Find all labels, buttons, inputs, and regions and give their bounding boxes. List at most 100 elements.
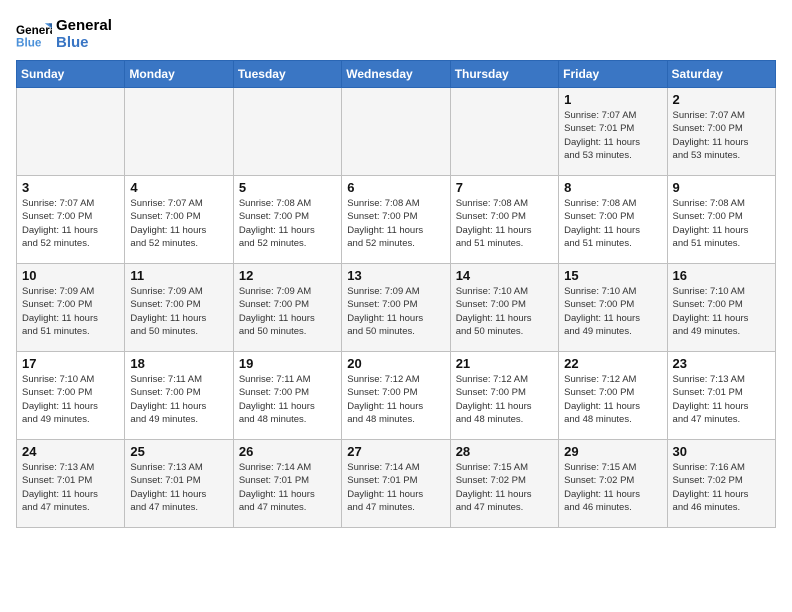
calendar-cell xyxy=(450,88,558,176)
day-info: Sunrise: 7:07 AMSunset: 7:00 PMDaylight:… xyxy=(130,197,227,250)
calendar-cell: 10 Sunrise: 7:09 AMSunset: 7:00 PMDayligh… xyxy=(17,264,125,352)
day-number: 12 xyxy=(239,268,336,283)
calendar-cell: 28 Sunrise: 7:15 AMSunset: 7:02 PMDayligh… xyxy=(450,440,558,528)
calendar-cell: 25 Sunrise: 7:13 AMSunset: 7:01 PMDayligh… xyxy=(125,440,233,528)
calendar-cell: 22 Sunrise: 7:12 AMSunset: 7:00 PMDayligh… xyxy=(559,352,667,440)
weekday-header-wednesday: Wednesday xyxy=(342,61,450,88)
day-number: 10 xyxy=(22,268,119,283)
calendar-cell: 3 Sunrise: 7:07 AMSunset: 7:00 PMDaylight… xyxy=(17,176,125,264)
weekday-header-monday: Monday xyxy=(125,61,233,88)
day-number: 2 xyxy=(673,92,770,107)
day-number: 11 xyxy=(130,268,227,283)
calendar-body: 1Sunrise: 7:07 AMSunset: 7:01 PMDaylight… xyxy=(17,88,776,528)
day-info: Sunrise: 7:11 AMSunset: 7:00 PMDaylight:… xyxy=(130,373,227,426)
day-number: 8 xyxy=(564,180,661,195)
logo-general: General xyxy=(56,17,112,34)
day-number: 24 xyxy=(22,444,119,459)
calendar-cell xyxy=(17,88,125,176)
day-info: Sunrise: 7:15 AMSunset: 7:02 PMDaylight:… xyxy=(564,461,661,514)
day-info: Sunrise: 7:08 AMSunset: 7:00 PMDaylight:… xyxy=(564,197,661,250)
day-number: 5 xyxy=(239,180,336,195)
calendar-cell: 26 Sunrise: 7:14 AMSunset: 7:01 PMDayligh… xyxy=(233,440,341,528)
weekday-header-saturday: Saturday xyxy=(667,61,775,88)
calendar-cell: 4Sunrise: 7:07 AMSunset: 7:00 PMDaylight… xyxy=(125,176,233,264)
day-number: 29 xyxy=(564,444,661,459)
day-number: 9 xyxy=(673,180,770,195)
day-number: 20 xyxy=(347,356,444,371)
day-info: Sunrise: 7:08 AMSunset: 7:00 PMDaylight:… xyxy=(347,197,444,250)
calendar-cell: 27Sunrise: 7:14 AMSunset: 7:01 PMDayligh… xyxy=(342,440,450,528)
calendar-cell: 14 Sunrise: 7:10 AMSunset: 7:00 PMDayligh… xyxy=(450,264,558,352)
calendar-cell: 2 Sunrise: 7:07 AMSunset: 7:00 PMDaylight… xyxy=(667,88,775,176)
day-number: 14 xyxy=(456,268,553,283)
day-info: Sunrise: 7:09 AMSunset: 7:00 PMDaylight:… xyxy=(130,285,227,338)
weekday-header-row: SundayMondayTuesdayWednesdayThursdayFrid… xyxy=(17,61,776,88)
day-info: Sunrise: 7:09 AMSunset: 7:00 PMDaylight:… xyxy=(347,285,444,338)
day-info: Sunrise: 7:14 AMSunset: 7:01 PMDaylight:… xyxy=(239,461,336,514)
calendar-cell: 12 Sunrise: 7:09 AMSunset: 7:00 PMDayligh… xyxy=(233,264,341,352)
day-number: 28 xyxy=(456,444,553,459)
day-info: Sunrise: 7:13 AMSunset: 7:01 PMDaylight:… xyxy=(130,461,227,514)
day-number: 25 xyxy=(130,444,227,459)
calendar-week-5: 24 Sunrise: 7:13 AMSunset: 7:01 PMDayligh… xyxy=(17,440,776,528)
calendar-cell: 8 Sunrise: 7:08 AMSunset: 7:00 PMDaylight… xyxy=(559,176,667,264)
day-info: Sunrise: 7:12 AMSunset: 7:00 PMDaylight:… xyxy=(456,373,553,426)
day-info: Sunrise: 7:14 AMSunset: 7:01 PMDaylight:… xyxy=(347,461,444,514)
page-header: General Blue General Blue xyxy=(16,16,776,52)
calendar-cell: 16 Sunrise: 7:10 AMSunset: 7:00 PMDayligh… xyxy=(667,264,775,352)
day-info: Sunrise: 7:07 AMSunset: 7:00 PMDaylight:… xyxy=(22,197,119,250)
day-number: 15 xyxy=(564,268,661,283)
day-number: 17 xyxy=(22,356,119,371)
day-info: Sunrise: 7:15 AMSunset: 7:02 PMDaylight:… xyxy=(456,461,553,514)
day-info: Sunrise: 7:08 AMSunset: 7:00 PMDaylight:… xyxy=(239,197,336,250)
calendar-cell xyxy=(125,88,233,176)
calendar-cell: 6 Sunrise: 7:08 AMSunset: 7:00 PMDaylight… xyxy=(342,176,450,264)
calendar-cell xyxy=(233,88,341,176)
logo-blue: Blue xyxy=(56,34,112,51)
day-number: 23 xyxy=(673,356,770,371)
calendar-cell: 20 Sunrise: 7:12 AMSunset: 7:00 PMDayligh… xyxy=(342,352,450,440)
day-number: 22 xyxy=(564,356,661,371)
calendar-table: SundayMondayTuesdayWednesdayThursdayFrid… xyxy=(16,60,776,528)
svg-text:General: General xyxy=(16,24,52,37)
day-number: 16 xyxy=(673,268,770,283)
day-number: 26 xyxy=(239,444,336,459)
calendar-cell xyxy=(342,88,450,176)
day-info: Sunrise: 7:13 AMSunset: 7:01 PMDaylight:… xyxy=(673,373,770,426)
day-number: 3 xyxy=(22,180,119,195)
day-number: 13 xyxy=(347,268,444,283)
day-info: Sunrise: 7:09 AMSunset: 7:00 PMDaylight:… xyxy=(22,285,119,338)
day-info: Sunrise: 7:13 AMSunset: 7:01 PMDaylight:… xyxy=(22,461,119,514)
calendar-cell: 29 Sunrise: 7:15 AMSunset: 7:02 PMDayligh… xyxy=(559,440,667,528)
calendar-cell: 24 Sunrise: 7:13 AMSunset: 7:01 PMDayligh… xyxy=(17,440,125,528)
day-number: 6 xyxy=(347,180,444,195)
calendar-cell: 30Sunrise: 7:16 AMSunset: 7:02 PMDayligh… xyxy=(667,440,775,528)
calendar-cell: 5 Sunrise: 7:08 AMSunset: 7:00 PMDaylight… xyxy=(233,176,341,264)
calendar-cell: 23 Sunrise: 7:13 AMSunset: 7:01 PMDayligh… xyxy=(667,352,775,440)
day-number: 18 xyxy=(130,356,227,371)
day-info: Sunrise: 7:11 AMSunset: 7:00 PMDaylight:… xyxy=(239,373,336,426)
calendar-cell: 1Sunrise: 7:07 AMSunset: 7:01 PMDaylight… xyxy=(559,88,667,176)
day-info: Sunrise: 7:09 AMSunset: 7:00 PMDaylight:… xyxy=(239,285,336,338)
calendar-week-3: 10 Sunrise: 7:09 AMSunset: 7:00 PMDayligh… xyxy=(17,264,776,352)
day-info: Sunrise: 7:10 AMSunset: 7:00 PMDaylight:… xyxy=(456,285,553,338)
day-number: 21 xyxy=(456,356,553,371)
calendar-cell: 17 Sunrise: 7:10 AMSunset: 7:00 PMDayligh… xyxy=(17,352,125,440)
day-info: Sunrise: 7:08 AMSunset: 7:00 PMDaylight:… xyxy=(456,197,553,250)
calendar-cell: 9 Sunrise: 7:08 AMSunset: 7:00 PMDaylight… xyxy=(667,176,775,264)
calendar-header: SundayMondayTuesdayWednesdayThursdayFrid… xyxy=(17,61,776,88)
logo-icon: General Blue xyxy=(16,16,52,52)
day-info: Sunrise: 7:08 AMSunset: 7:00 PMDaylight:… xyxy=(673,197,770,250)
day-info: Sunrise: 7:07 AMSunset: 7:01 PMDaylight:… xyxy=(564,109,661,162)
day-info: Sunrise: 7:12 AMSunset: 7:00 PMDaylight:… xyxy=(347,373,444,426)
day-info: Sunrise: 7:10 AMSunset: 7:00 PMDaylight:… xyxy=(564,285,661,338)
day-info: Sunrise: 7:10 AMSunset: 7:00 PMDaylight:… xyxy=(22,373,119,426)
day-info: Sunrise: 7:12 AMSunset: 7:00 PMDaylight:… xyxy=(564,373,661,426)
calendar-week-1: 1Sunrise: 7:07 AMSunset: 7:01 PMDaylight… xyxy=(17,88,776,176)
svg-text:Blue: Blue xyxy=(16,37,42,50)
day-info: Sunrise: 7:07 AMSunset: 7:00 PMDaylight:… xyxy=(673,109,770,162)
weekday-header-thursday: Thursday xyxy=(450,61,558,88)
day-info: Sunrise: 7:10 AMSunset: 7:00 PMDaylight:… xyxy=(673,285,770,338)
calendar-cell: 7Sunrise: 7:08 AMSunset: 7:00 PMDaylight… xyxy=(450,176,558,264)
calendar-cell: 15 Sunrise: 7:10 AMSunset: 7:00 PMDayligh… xyxy=(559,264,667,352)
